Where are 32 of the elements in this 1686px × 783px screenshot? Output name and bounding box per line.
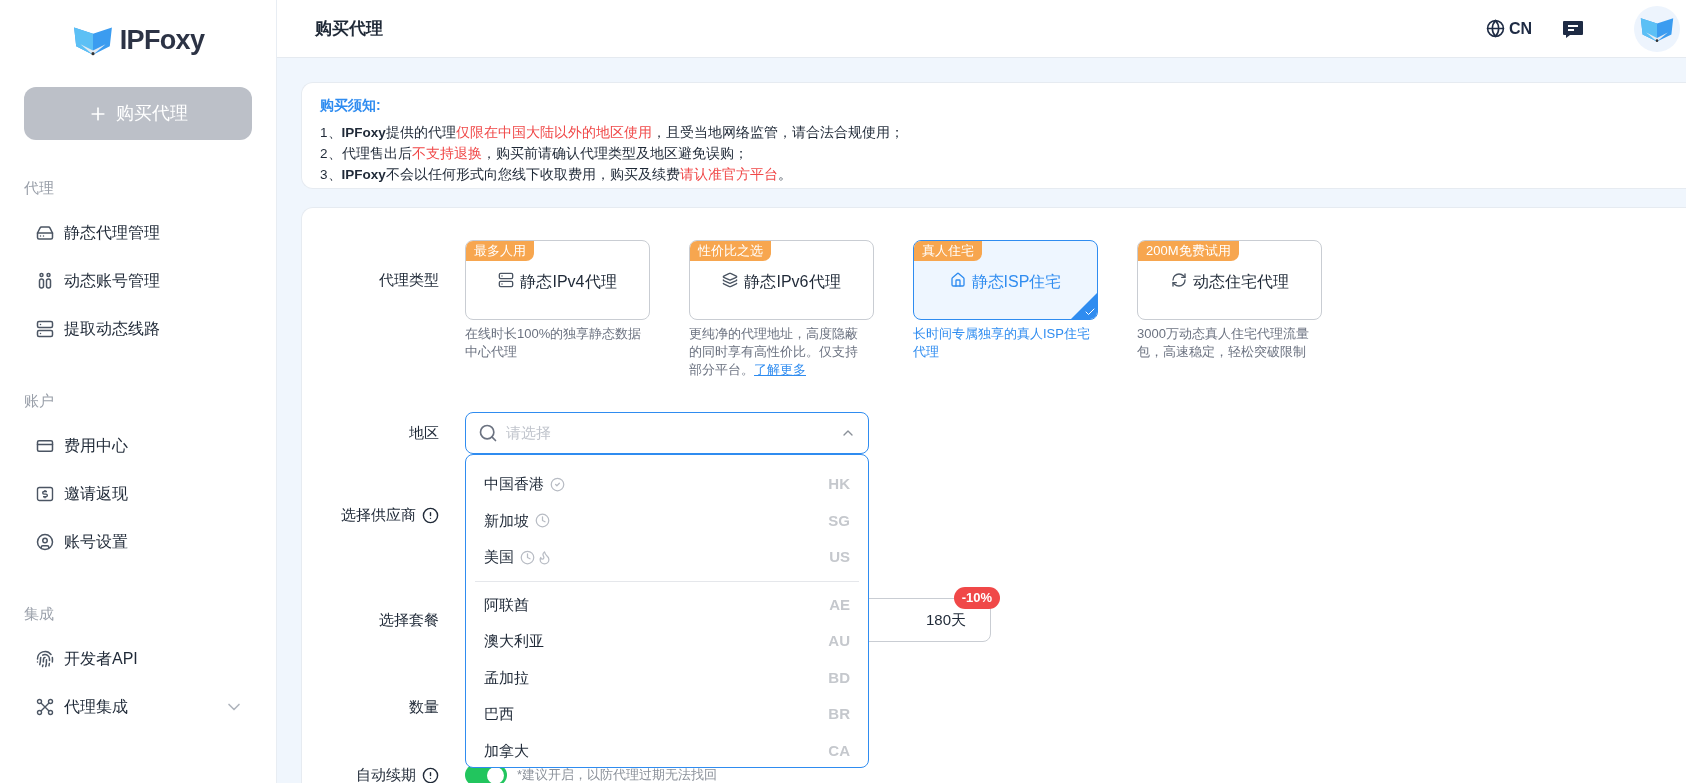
type-description: 在线时长100%的独享静态数据中心代理: [465, 325, 643, 361]
notice-text: 1、IPFoxy提供的代理仅限在中国大陆以外的地区使用，且受当地网络监管，请合法合规使用；: [320, 124, 905, 142]
field-label: 选择供应商: [341, 504, 416, 525]
page-title: 购买代理: [315, 17, 384, 40]
field-label: 数量: [409, 696, 439, 717]
region-code: CA: [828, 740, 850, 761]
section-heading: 账户: [24, 391, 55, 411]
region-code: US: [829, 547, 850, 567]
region-code: BR: [828, 704, 850, 724]
notice-title: 购买须知:: [320, 96, 382, 115]
type-badge: 性价比之选: [690, 241, 771, 261]
type-description: 3000万动态真人住宅代理流量包，高速稳定，轻松突破限制: [1137, 325, 1310, 361]
region-code: BD: [828, 667, 850, 688]
field-label: 地区: [409, 422, 439, 443]
select-placeholder: 请选择: [506, 422, 552, 443]
region-code: SG: [828, 510, 850, 531]
discount-badge: -10%: [953, 587, 1000, 609]
type-badge: 最多人用: [466, 241, 534, 261]
section-heading: 代理: [24, 178, 55, 198]
type-description: 长时间专属独享的真人ISP住宅代理: [913, 325, 1091, 361]
logo-text: IPFoxy: [119, 23, 205, 57]
notice-text: 2、代理售出后不支持退换，购买前请确认代理类型及地区避免误购；: [320, 145, 749, 163]
field-label: 选择套餐: [379, 609, 439, 630]
notice-text: 3、IPFoxy不会以任何形式向您线下收取费用，购买及续费请认准官方平台。: [320, 166, 793, 184]
hint-text: *建议开启，以防代理过期无法找回: [517, 766, 718, 783]
type-badge: 200M免费试用: [1138, 241, 1239, 261]
region-code: HK: [828, 474, 850, 494]
type-badge: 真人住宅: [914, 241, 982, 261]
type-description: 更纯净的代理地址，高度隐蔽的同时享有高性价比。仅支持部分平台。了解更多: [689, 325, 859, 379]
field-label: 代理类型: [379, 269, 439, 290]
section-heading: 集成: [24, 604, 55, 624]
field-label: 自动续期: [356, 764, 416, 783]
